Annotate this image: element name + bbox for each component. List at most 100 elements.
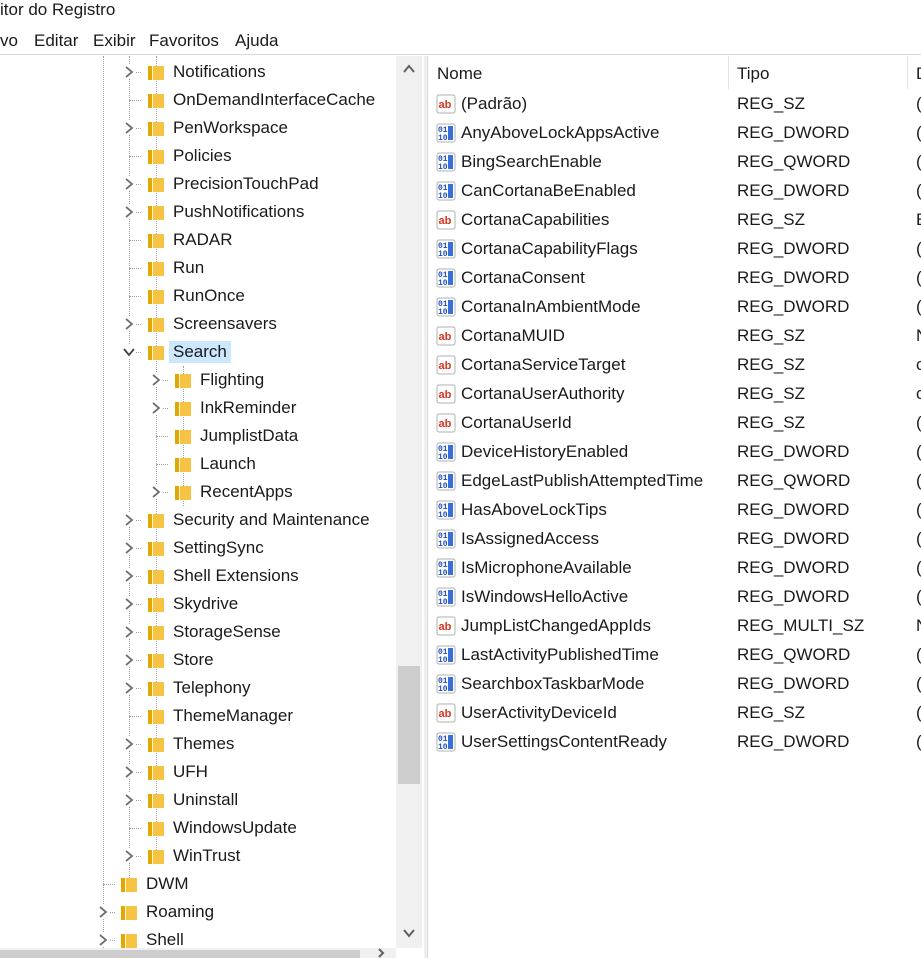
- scroll-down-icon[interactable]: [402, 926, 416, 940]
- tree-item-telephony[interactable]: Telephony: [0, 674, 396, 702]
- chevron-right-icon[interactable]: [122, 316, 136, 330]
- chevron-right-icon[interactable]: [122, 848, 136, 862]
- values-list-pane[interactable]: Nome Tipo D ab (Padrão) REG_SZ (0110 AnyAbov…: [428, 56, 921, 958]
- list-row-ismicrophoneavailable[interactable]: 0110 IsMicrophoneAvailable REG_DWORD (: [428, 553, 921, 582]
- list-row-cortanacapabilities[interactable]: ab CortanaCapabilities REG_SZ E: [428, 205, 921, 234]
- tree-item-screensavers[interactable]: Screensavers: [0, 310, 396, 338]
- list-row-hasabovelocktips[interactable]: 0110 HasAboveLockTips REG_DWORD (: [428, 495, 921, 524]
- svg-text:ab: ab: [439, 331, 452, 343]
- list-row-cortanamuid[interactable]: ab CortanaMUID REG_SZ N: [428, 321, 921, 350]
- list-row-cortanaconsent[interactable]: 0110 CortanaConsent REG_DWORD (: [428, 263, 921, 292]
- tree-item-search[interactable]: Search: [0, 338, 396, 366]
- chevron-right-icon[interactable]: [149, 400, 163, 414]
- list-row-isassignedaccess[interactable]: 0110 IsAssignedAccess REG_DWORD (: [428, 524, 921, 553]
- menu-file[interactable]: vo: [0, 31, 18, 51]
- chevron-right-icon[interactable]: [149, 372, 163, 386]
- tree-item-jumplistdata[interactable]: JumplistData: [0, 422, 396, 450]
- scroll-up-icon[interactable]: [402, 62, 416, 76]
- value-name: EdgeLastPublishAttemptedTime: [461, 471, 704, 490]
- chevron-right-icon[interactable]: [122, 680, 136, 694]
- tree-horizontal-scrollbar[interactable]: [0, 948, 396, 958]
- list-row-edgelastpublishattemptedtime[interactable]: 01 10 EdgeLastPublishAttemptedTime REG_QWOR…: [428, 466, 921, 495]
- tree-item-store[interactable]: Store: [0, 646, 396, 674]
- tree-item-flighting[interactable]: Flighting: [0, 366, 396, 394]
- tree-item-ufh[interactable]: UFH: [0, 758, 396, 786]
- list-row-cancortanabeenabled[interactable]: 0110 CanCortanaBeEnabled REG_DWORD (: [428, 176, 921, 205]
- column-header-data[interactable]: D: [907, 56, 921, 89]
- column-header-type[interactable]: Tipo: [728, 56, 907, 89]
- value-data: (: [916, 587, 921, 607]
- list-row-usersettingscontentready[interactable]: 0110 UserSettingsContentReady REG_DWORD (: [428, 727, 921, 756]
- chevron-right-icon[interactable]: [122, 120, 136, 134]
- tree-item-penworkspace[interactable]: PenWorkspace: [0, 114, 396, 142]
- tree-item-skydrive[interactable]: Skydrive: [0, 590, 396, 618]
- tree-item-radar[interactable]: RADAR: [0, 226, 396, 254]
- tree-item-recentapps[interactable]: RecentApps: [0, 478, 396, 506]
- menu-edit[interactable]: Editar: [34, 31, 78, 51]
- tree-item-security-and-maintenance[interactable]: Security and Maintenance: [0, 506, 396, 534]
- tree-item-storagesense[interactable]: StorageSense: [0, 618, 396, 646]
- list-row-cortanaservicetarget[interactable]: ab CortanaServiceTarget REG_SZ c: [428, 350, 921, 379]
- tree-item-runonce[interactable]: RunOnce: [0, 282, 396, 310]
- chevron-right-icon[interactable]: [122, 624, 136, 638]
- list-row-jumplistchangedappids[interactable]: ab JumpListChangedAppIds REG_MULTI_SZ N: [428, 611, 921, 640]
- tree-item-ondemandinterfacecache[interactable]: OnDemandInterfaceCache: [0, 86, 396, 114]
- tree-item-notifications[interactable]: Notifications: [0, 58, 396, 86]
- chevron-right-icon[interactable]: [122, 792, 136, 806]
- tree-item-inkreminder[interactable]: InkReminder: [0, 394, 396, 422]
- chevron-right-icon[interactable]: [122, 568, 136, 582]
- list-row-cortanacapabilityflags[interactable]: 0110 CortanaCapabilityFlags REG_DWORD (: [428, 234, 921, 263]
- list-row-devicehistoryenabled[interactable]: 0110 DeviceHistoryEnabled REG_DWORD (: [428, 437, 921, 466]
- tree-item-wintrust[interactable]: WinTrust: [0, 842, 396, 870]
- tree-item-run[interactable]: Run: [0, 254, 396, 282]
- list-row-iswindowshelloactive[interactable]: 0110 IsWindowsHelloActive REG_DWORD (: [428, 582, 921, 611]
- tree-item-policies[interactable]: Policies: [0, 142, 396, 170]
- tree-hscroll-thumb[interactable]: [0, 950, 360, 958]
- list-row-lastactivitypublishedtime[interactable]: 0110 LastActivityPublishedTime REG_QWORD (: [428, 640, 921, 669]
- list-row-useractivitydeviceid[interactable]: ab UserActivityDeviceId REG_SZ (: [428, 698, 921, 727]
- tree-item-shell[interactable]: Shell: [0, 926, 396, 948]
- chevron-down-icon[interactable]: [122, 344, 136, 358]
- tree-vertical-scrollbar[interactable]: [396, 56, 422, 948]
- tree-item-themes[interactable]: Themes: [0, 730, 396, 758]
- tree-item-roaming[interactable]: Roaming: [0, 898, 396, 926]
- tree-scroll-thumb[interactable]: [398, 666, 420, 784]
- chevron-right-icon[interactable]: [149, 484, 163, 498]
- list-row--padr-o-[interactable]: ab (Padrão) REG_SZ (: [428, 89, 921, 118]
- chevron-right-icon[interactable]: [122, 736, 136, 750]
- column-header-name[interactable]: Nome: [428, 56, 728, 89]
- list-row-anyabovelockappsactive[interactable]: 0110 AnyAboveLockAppsActive REG_DWORD (: [428, 118, 921, 147]
- list-row-cortanauserid[interactable]: ab CortanaUserId REG_SZ (: [428, 408, 921, 437]
- menu-help[interactable]: Ajuda: [235, 31, 278, 51]
- chevron-right-icon[interactable]: [122, 204, 136, 218]
- tree-item-precisiontouchpad[interactable]: PrecisionTouchPad: [0, 170, 396, 198]
- chevron-right-icon[interactable]: [96, 932, 110, 946]
- chevron-right-icon[interactable]: [122, 176, 136, 190]
- svg-text:10: 10: [438, 743, 448, 752]
- chevron-right-icon[interactable]: [122, 764, 136, 778]
- tree-item-windowsupdate[interactable]: WindowsUpdate: [0, 814, 396, 842]
- tree-item-dwm[interactable]: DWM: [0, 870, 396, 898]
- scroll-right-icon[interactable]: [376, 948, 386, 958]
- chevron-right-icon[interactable]: [122, 652, 136, 666]
- chevron-right-icon[interactable]: [122, 596, 136, 610]
- list-row-searchboxtaskbarmode[interactable]: 0110 SearchboxTaskbarMode REG_DWORD (: [428, 669, 921, 698]
- tree-item-pushnotifications[interactable]: PushNotifications: [0, 198, 396, 226]
- chevron-right-icon[interactable]: [122, 64, 136, 78]
- menu-favorites[interactable]: Favoritos: [149, 31, 219, 51]
- chevron-right-icon[interactable]: [96, 904, 110, 918]
- tree-item-shell-extensions[interactable]: Shell Extensions: [0, 562, 396, 590]
- list-row-cortanainambientmode[interactable]: 0110 CortanaInAmbientMode REG_DWORD (: [428, 292, 921, 321]
- value-type: REG_SZ: [737, 384, 806, 403]
- tree-item-settingsync[interactable]: SettingSync: [0, 534, 396, 562]
- registry-tree-pane[interactable]: Notifications OnDemandInterfaceCache PenWo…: [0, 56, 424, 958]
- tree-item-launch[interactable]: Launch: [0, 450, 396, 478]
- chevron-right-icon[interactable]: [122, 512, 136, 526]
- tree-item-thememanager[interactable]: ThemeManager: [0, 702, 396, 730]
- tree-item-uninstall[interactable]: Uninstall: [0, 786, 396, 814]
- list-row-cortanauserauthority[interactable]: ab CortanaUserAuthority REG_SZ c: [428, 379, 921, 408]
- list-row-bingsearchenable[interactable]: 0110 BingSearchEnable REG_QWORD (: [428, 147, 921, 176]
- chevron-right-icon[interactable]: [122, 540, 136, 554]
- menu-view[interactable]: Exibir: [93, 31, 136, 51]
- folder-icon: [147, 848, 165, 865]
